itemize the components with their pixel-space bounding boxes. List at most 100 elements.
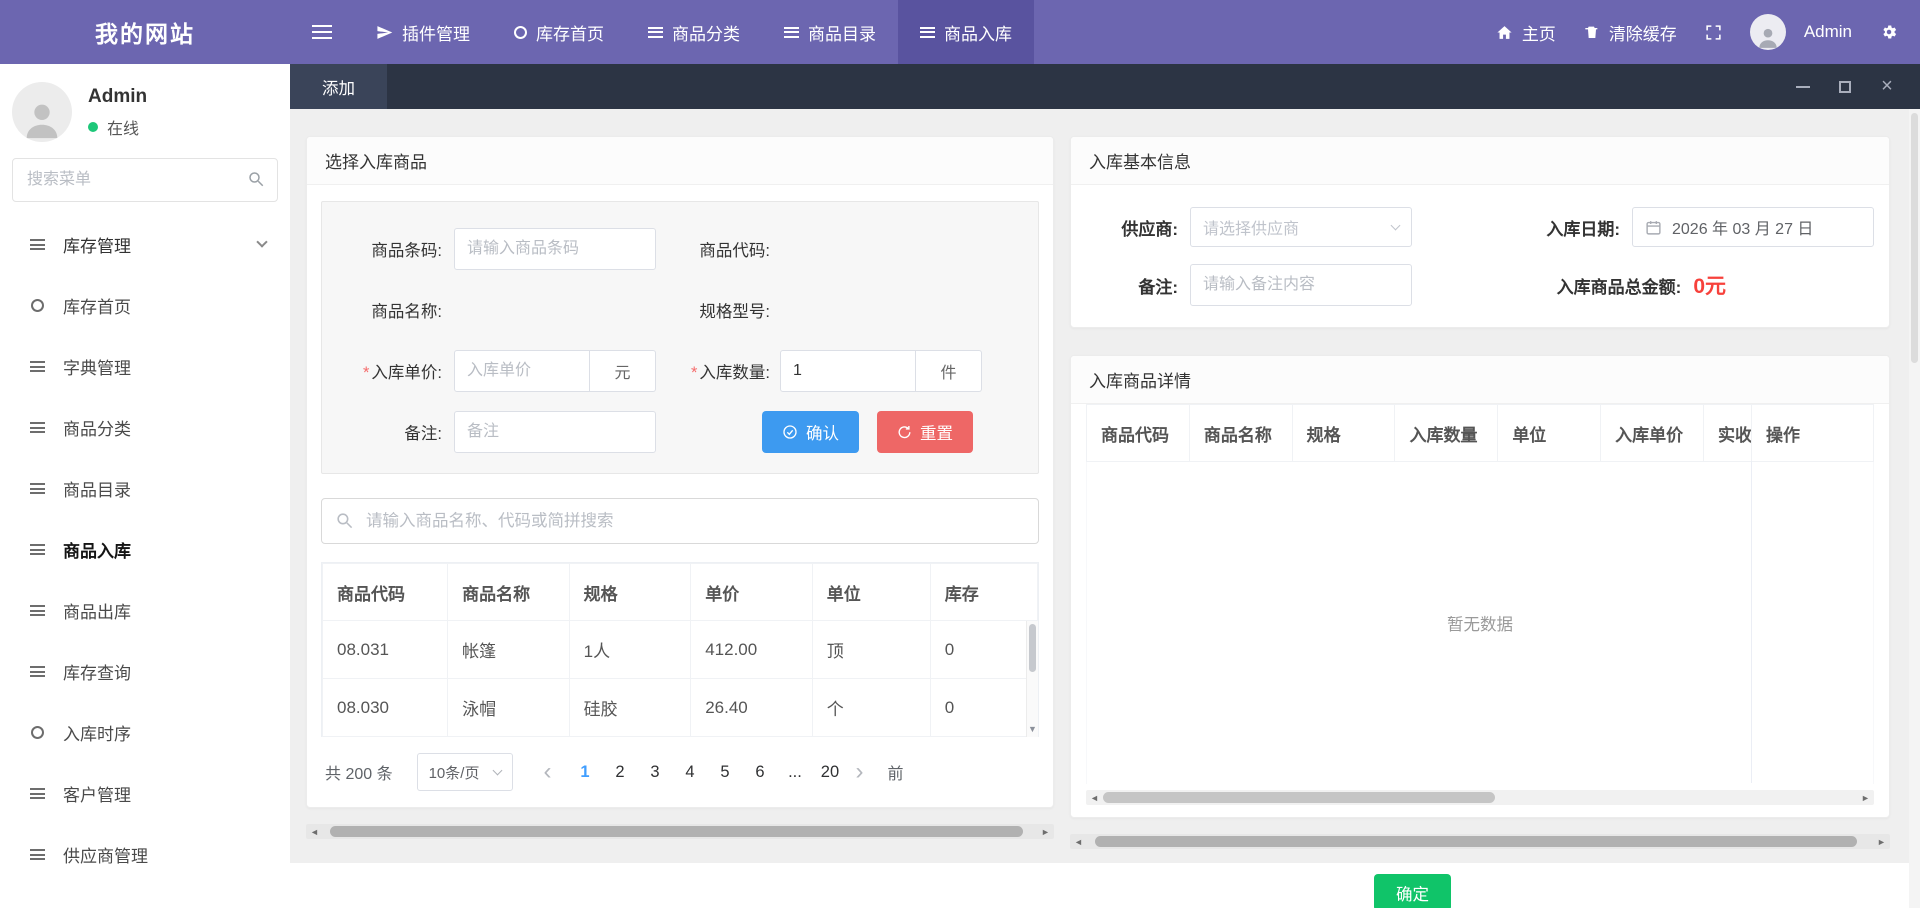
minimize-button[interactable]: [1782, 64, 1824, 109]
tab-bar: 添加 ×: [290, 64, 1920, 109]
column-header: 单价: [691, 564, 813, 621]
sidebar-item-label: 供应商管理: [63, 842, 148, 867]
page-number[interactable]: 20: [812, 755, 847, 789]
nav-item-label: 商品目录: [808, 20, 876, 45]
nav-item-product-category[interactable]: 商品分类: [626, 0, 762, 64]
home-icon: [1496, 24, 1513, 41]
page-number[interactable]: 3: [637, 755, 672, 789]
nav-item-product-catalog[interactable]: 商品目录: [762, 0, 898, 64]
right-horizontal-scrollbar[interactable]: ◄ ►: [1070, 834, 1890, 849]
sidebar-item-supplier-management[interactable]: 供应商管理: [0, 824, 290, 885]
list-icon: [28, 361, 46, 372]
scrollbar-thumb[interactable]: [330, 826, 1023, 837]
scrollbar-thumb[interactable]: [1095, 836, 1857, 847]
next-page-button[interactable]: ›: [847, 758, 871, 786]
user-menu[interactable]: Admin: [1736, 0, 1866, 64]
scroll-right-icon[interactable]: ►: [1037, 824, 1054, 839]
fixed-column-divider: [1751, 461, 1752, 783]
product-search: [321, 498, 1039, 544]
top-navbar: 我的网站 插件管理 库存首页 商品分类 商品目录 商品入库: [0, 0, 1920, 64]
caret-down-icon[interactable]: ▼: [1028, 725, 1037, 737]
table-row[interactable]: 08.030 泳帽 硅胶 26.40 个 0: [323, 679, 1038, 737]
sidebar-item-label: 入库时序: [63, 720, 131, 745]
inbound-note-input[interactable]: [1190, 264, 1412, 306]
note-input[interactable]: [454, 411, 656, 453]
page-number[interactable]: 2: [602, 755, 637, 789]
footer-bar: 确定: [290, 863, 1920, 908]
pagination-total: 共 200 条: [325, 760, 393, 784]
avatar: [1750, 14, 1786, 50]
confirm-button[interactable]: 确认: [762, 411, 859, 453]
sidebar-item-product-outbound[interactable]: 商品出库: [0, 580, 290, 641]
page-ellipsis[interactable]: ...: [777, 755, 812, 789]
date-picker[interactable]: 2026 年 03 月 27 日: [1632, 207, 1874, 247]
supplier-select[interactable]: 请选择供应商: [1190, 207, 1412, 247]
submit-button[interactable]: 确定: [1374, 874, 1451, 908]
page-number[interactable]: 1: [567, 755, 602, 789]
details-horizontal-scrollbar[interactable]: ◄ ►: [1086, 790, 1874, 805]
sidebar-item-inbound-timeline[interactable]: 入库时序: [0, 702, 290, 763]
hamburger-icon: [312, 25, 332, 39]
menu-search-input[interactable]: [12, 158, 278, 202]
scrollbar-thumb[interactable]: [1911, 113, 1918, 363]
nav-item-product-inbound[interactable]: 商品入库: [898, 0, 1034, 64]
settings-button[interactable]: [1866, 0, 1912, 64]
scroll-left-icon[interactable]: ◄: [1086, 790, 1103, 805]
tab-add[interactable]: 添加: [290, 64, 387, 109]
status-label: 在线: [107, 115, 139, 139]
sidebar-item-product-category[interactable]: 商品分类: [0, 397, 290, 458]
scroll-right-icon[interactable]: ►: [1873, 834, 1890, 849]
table-row[interactable]: 08.031 帐篷 1人 412.00 顶 0: [323, 621, 1038, 679]
form-row: 商品名称: 规格型号:: [340, 289, 1020, 331]
scroll-left-icon[interactable]: ◄: [306, 824, 323, 839]
avatar[interactable]: [12, 82, 72, 142]
page-number[interactable]: 4: [672, 755, 707, 789]
scrollbar-thumb[interactable]: [1029, 624, 1036, 672]
scroll-right-icon[interactable]: ►: [1857, 790, 1874, 805]
chevron-down-icon: [493, 765, 503, 775]
home-link[interactable]: 主页: [1482, 0, 1570, 64]
trash-icon: [1584, 24, 1600, 40]
qty-input-group: 件: [780, 350, 982, 392]
close-button[interactable]: ×: [1866, 64, 1908, 109]
fullscreen-button[interactable]: [1691, 0, 1736, 64]
qty-input[interactable]: [780, 350, 916, 392]
window-vertical-scrollbar[interactable]: [1909, 109, 1920, 908]
clear-cache-button[interactable]: 清除缓存: [1570, 0, 1691, 64]
sidebar-item-dictionary[interactable]: 字典管理: [0, 336, 290, 397]
maximize-button[interactable]: [1824, 64, 1866, 109]
sidebar-item-inventory-home[interactable]: 库存首页: [0, 275, 290, 336]
list-icon: [28, 483, 46, 494]
sidebar-item-product-catalog[interactable]: 商品目录: [0, 458, 290, 519]
sidebar-item-label: 库存首页: [63, 293, 131, 318]
total-amount-label: 入库商品总金额:: [1557, 273, 1694, 298]
form-row: *入库单价: 元 *入库数量:: [340, 350, 1020, 392]
code-label: 商品代码:: [658, 237, 780, 261]
sidebar-item-inventory-query[interactable]: 库存查询: [0, 641, 290, 702]
brand-logo[interactable]: 我的网站: [0, 0, 290, 64]
nav-item-inventory-home[interactable]: 库存首页: [492, 0, 626, 64]
prev-page-button[interactable]: ‹: [535, 758, 559, 786]
sidebar-item-customer-management[interactable]: 客户管理: [0, 763, 290, 824]
search-icon: [335, 511, 354, 530]
sidebar-item-product-inbound[interactable]: 商品入库: [0, 519, 290, 580]
nav-item-plugin[interactable]: 插件管理: [354, 0, 492, 64]
product-search-input[interactable]: [321, 498, 1039, 544]
hamburger-button[interactable]: [290, 0, 354, 64]
scroll-left-icon[interactable]: ◄: [1070, 834, 1087, 849]
page-number[interactable]: 6: [742, 755, 777, 789]
scrollbar-thumb[interactable]: [1103, 792, 1495, 803]
column-header: 实收: [1704, 405, 1752, 462]
page-size-select[interactable]: 10条/页: [417, 753, 514, 791]
page-number[interactable]: 5: [707, 755, 742, 789]
sidebar-item-label: 客户管理: [63, 781, 131, 806]
maximize-icon: [1839, 81, 1851, 93]
search-icon[interactable]: [247, 170, 265, 188]
reset-button[interactable]: 重置: [877, 411, 973, 453]
left-horizontal-scrollbar[interactable]: ◄ ►: [306, 824, 1054, 839]
table-vertical-scrollbar[interactable]: ▼: [1026, 621, 1038, 737]
barcode-input[interactable]: [454, 228, 656, 270]
panel-body: 商品代码 商品名称 规格 入库数量 单位 入库单价 实收 操作: [1071, 404, 1889, 817]
sidebar-item-inventory-management[interactable]: 库存管理: [0, 214, 290, 275]
price-input[interactable]: [454, 350, 590, 392]
